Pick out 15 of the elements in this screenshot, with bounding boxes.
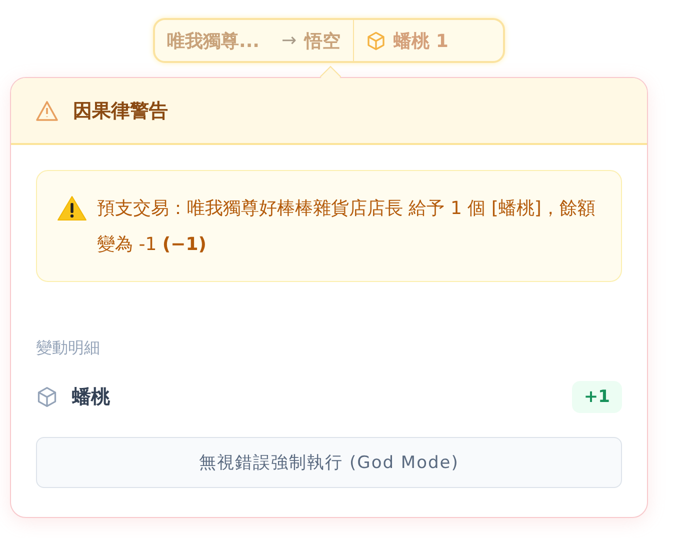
alert-message: 預支交易：唯我獨尊好棒棒雜貨店店長 給予 1 個 [蟠桃]，餘額變為 -1 (−1) <box>97 197 596 257</box>
item-name: 蟠桃 <box>72 385 110 410</box>
warning-icon <box>57 195 87 221</box>
transfer-chip[interactable]: 唯我獨尊... → 悟空 蟠桃 1 <box>153 18 505 63</box>
warning-icon <box>35 100 59 122</box>
arrow-icon: → <box>282 30 297 51</box>
force-execute-button[interactable]: 無視錯誤強制執行 (God Mode) <box>36 437 622 488</box>
item-quantity: 蟠桃 1 <box>394 30 448 52</box>
receiver-name: 悟空 <box>304 30 341 52</box>
popover-title: 因果律警告 <box>73 98 168 124</box>
sender-name: 唯我獨尊... <box>167 30 260 52</box>
cube-icon <box>36 386 58 408</box>
section-label: 變動明細 <box>36 338 101 359</box>
cube-icon <box>366 30 386 50</box>
delta-badge: +1 <box>572 381 622 413</box>
